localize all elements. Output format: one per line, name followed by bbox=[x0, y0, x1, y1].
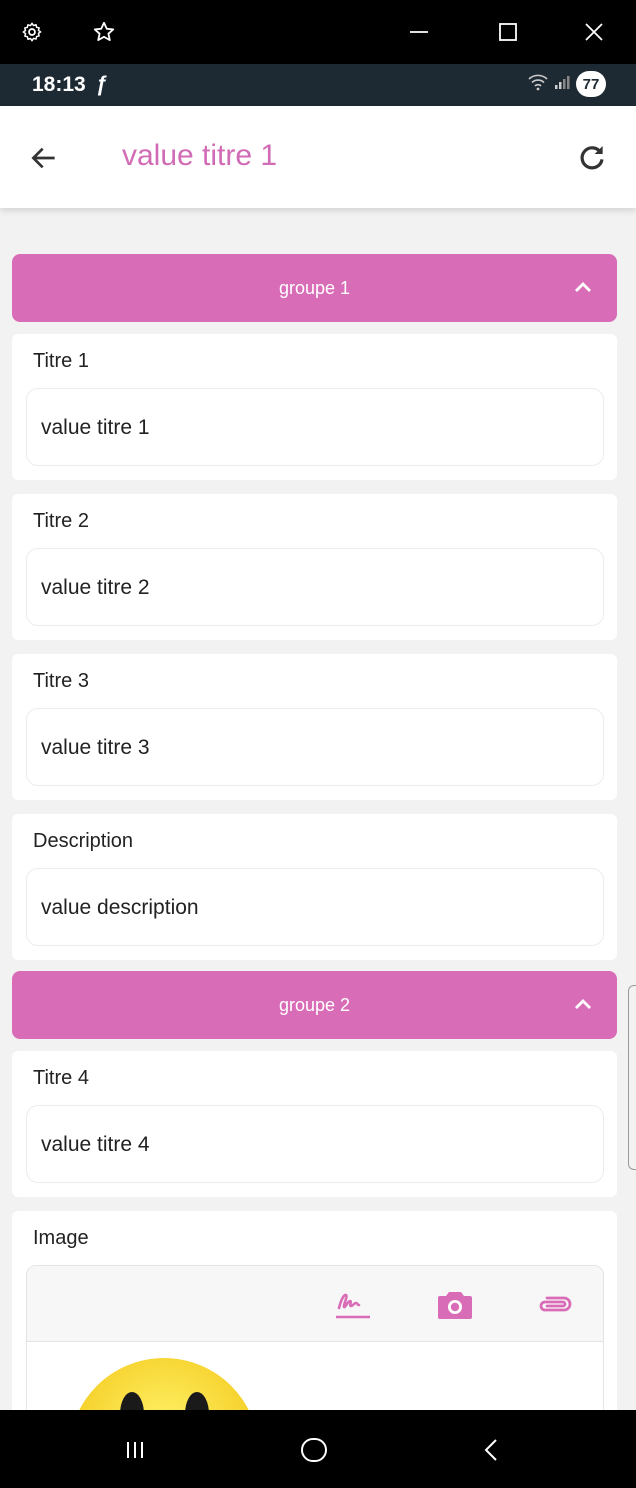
star-icon[interactable] bbox=[90, 18, 118, 46]
field-card-titre-2: Titre 2 value titre 2 bbox=[12, 494, 617, 640]
field-card-titre-3: Titre 3 value titre 3 bbox=[12, 654, 617, 800]
signature-icon[interactable] bbox=[333, 1284, 373, 1324]
field-label: Image bbox=[33, 1227, 89, 1249]
titre-1-input[interactable]: value titre 1 bbox=[26, 388, 604, 466]
gear-icon[interactable] bbox=[18, 18, 46, 46]
field-label: Titre 1 bbox=[33, 350, 89, 372]
titre-3-input[interactable]: value titre 3 bbox=[26, 708, 604, 786]
recent-apps-icon[interactable] bbox=[115, 1430, 155, 1470]
window-title-bar bbox=[0, 0, 636, 64]
app-header: value titre 1 bbox=[0, 106, 636, 208]
battery-indicator: 77 bbox=[576, 71, 606, 97]
field-card-titre-4: Titre 4 value titre 4 bbox=[12, 1051, 617, 1197]
group-header-1[interactable]: groupe 1 bbox=[12, 254, 617, 322]
signal-icon bbox=[554, 74, 570, 95]
titre-2-input[interactable]: value titre 2 bbox=[26, 548, 604, 626]
field-label: Description bbox=[33, 830, 134, 852]
field-label: Titre 4 bbox=[33, 1067, 89, 1089]
description-input[interactable]: value description bbox=[26, 868, 604, 946]
refresh-icon[interactable] bbox=[570, 136, 614, 180]
page-title: value titre 1 bbox=[122, 139, 278, 172]
group-label: groupe 2 bbox=[278, 995, 351, 1015]
minimize-icon[interactable] bbox=[405, 18, 433, 46]
wifi-icon bbox=[528, 73, 548, 96]
back-icon[interactable] bbox=[472, 1430, 512, 1470]
arrow-left-icon[interactable] bbox=[22, 136, 66, 180]
close-icon[interactable] bbox=[580, 18, 608, 46]
navigation-bar bbox=[0, 1410, 636, 1488]
status-bar: 18:13 ƒ 77 bbox=[0, 64, 636, 106]
group-header-2[interactable]: groupe 2 bbox=[12, 971, 617, 1039]
paperclip-icon[interactable] bbox=[535, 1284, 575, 1324]
home-icon[interactable] bbox=[294, 1430, 334, 1470]
field-card-description: Description value description bbox=[12, 814, 617, 960]
app-notification-icon: ƒ bbox=[95, 73, 108, 96]
chevron-up-icon[interactable] bbox=[571, 276, 595, 300]
field-card-titre-1: Titre 1 value titre 1 bbox=[12, 334, 617, 480]
maximize-icon[interactable] bbox=[494, 18, 522, 46]
image-toolbar bbox=[27, 1266, 603, 1342]
camera-icon[interactable] bbox=[435, 1284, 475, 1324]
scrollbar[interactable] bbox=[628, 985, 636, 1170]
field-label: Titre 2 bbox=[33, 510, 89, 532]
field-label: Titre 3 bbox=[33, 670, 89, 692]
chevron-up-icon[interactable] bbox=[571, 993, 595, 1017]
titre-4-input[interactable]: value titre 4 bbox=[26, 1105, 604, 1183]
group-label: groupe 1 bbox=[278, 278, 351, 298]
status-time: 18:13 ƒ bbox=[32, 73, 108, 96]
